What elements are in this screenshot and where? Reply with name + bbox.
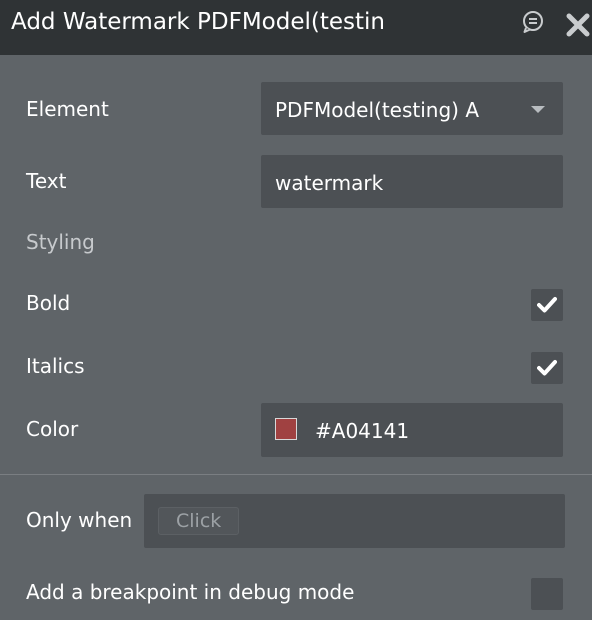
caret-down-icon [531,106,545,113]
bold-checkbox[interactable] [531,289,563,321]
breakpoint-label: Add a breakpoint in debug mode [26,580,355,604]
text-label: Text [26,169,67,193]
checkmark-icon [537,360,557,376]
color-hex-value: #A04141 [315,419,410,443]
text-input[interactable]: watermark [261,155,563,208]
italics-label: Italics [26,354,85,378]
action-header: Add Watermark PDFModel(testing) [0,0,592,55]
color-swatch[interactable] [275,418,297,440]
styling-section-label: Styling [26,230,95,254]
text-input-value: watermark [275,171,384,195]
element-dropdown[interactable]: PDFModel(testing) A [261,82,563,135]
breakpoint-checkbox[interactable] [531,578,563,610]
element-label: Element [26,97,109,121]
section-divider [0,474,592,475]
close-icon[interactable] [565,12,591,38]
click-placeholder-chip[interactable]: Click [158,507,240,535]
action-title: Add Watermark PDFModel(testing) [11,9,386,35]
color-picker[interactable]: #A04141 [261,403,563,457]
italics-checkbox[interactable] [531,352,563,384]
only-when-condition-input[interactable]: Click [144,494,565,548]
checkmark-icon [537,297,557,313]
color-label: Color [26,417,79,441]
comment-icon[interactable] [521,10,545,34]
element-dropdown-value: PDFModel(testing) A [275,98,479,122]
only-when-label: Only when [26,508,133,532]
bold-label: Bold [26,291,71,315]
